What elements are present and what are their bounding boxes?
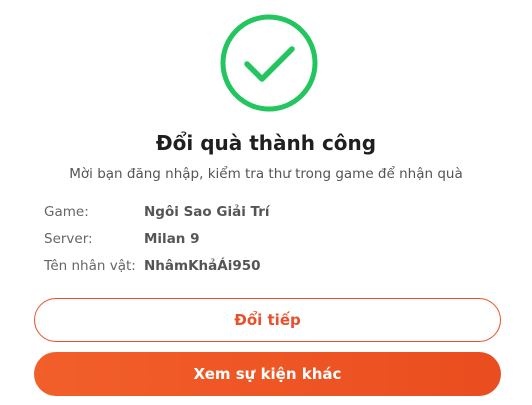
detail-value: NhâmKhảÁi950	[144, 257, 261, 274]
detail-value: Milan 9	[144, 230, 200, 247]
success-dialog: Đổi quà thành công Mời bạn đăng nhập, ki…	[0, 0, 532, 405]
detail-row-game: Game: Ngôi Sao Giải Trí	[44, 198, 494, 225]
detail-label: Game:	[44, 203, 89, 220]
check-circle-icon	[219, 13, 319, 113]
dialog-subtitle: Mời bạn đăng nhập, kiểm tra thư trong ga…	[69, 166, 463, 182]
detail-row-character: Tên nhân vật: NhâmKhảÁi950	[44, 252, 494, 279]
continue-redeem-button[interactable]: Đổi tiếp	[34, 298, 501, 342]
detail-label: Server:	[44, 230, 93, 247]
redeem-details: Game: Ngôi Sao Giải Trí Server: Milan 9 …	[44, 198, 494, 279]
detail-row-server: Server: Milan 9	[44, 225, 494, 252]
view-other-events-button[interactable]: Xem sự kiện khác	[34, 352, 501, 396]
detail-label: Tên nhân vật:	[44, 257, 136, 274]
dialog-title: Đổi quà thành công	[155, 131, 377, 155]
detail-value: Ngôi Sao Giải Trí	[144, 203, 270, 220]
